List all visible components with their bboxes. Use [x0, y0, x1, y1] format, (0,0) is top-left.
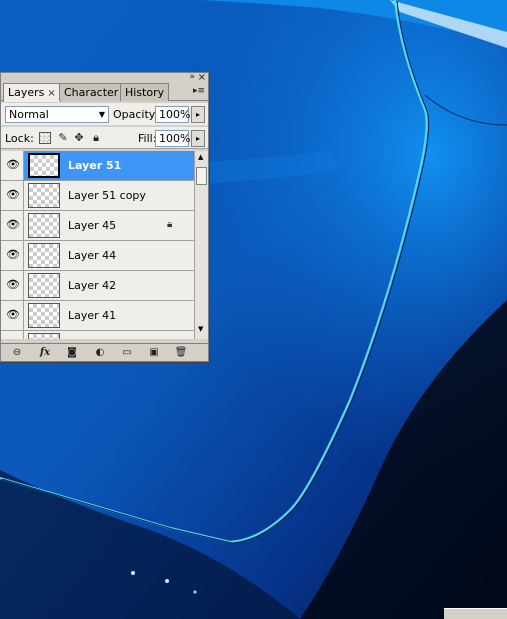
layers-footer: ⊖ fx ◙ ◐ ▭ ▣ 🗑 [1, 343, 208, 361]
fill-slider-button[interactable]: ▸ [191, 130, 205, 147]
layer-row[interactable]: 👁︎ Layer 51 [1, 151, 194, 181]
layers-scrollbar[interactable]: ▲ ▼ [194, 151, 208, 339]
eye-icon: 👁︎ [6, 188, 20, 201]
tab-history-label: History [125, 86, 165, 99]
padlock-icon[interactable]: 🔒︎ [90, 132, 102, 144]
layer-name: Layer 51 copy [68, 189, 146, 202]
fill-label: Fill: [138, 132, 157, 145]
fx-icon[interactable]: fx [37, 346, 53, 360]
layer-name: Layer 45 [68, 219, 117, 232]
adjustment-layer-icon[interactable]: ◐ [92, 346, 108, 360]
eye-icon: 👁︎ [6, 278, 20, 291]
panel-close-icon[interactable]: × [198, 73, 206, 83]
canvas-horizontal-scrollbar[interactable] [444, 608, 507, 619]
layer-thumbnail [28, 213, 60, 238]
eye-icon: 👁︎ [6, 218, 20, 231]
tab-layers[interactable]: Layers × [3, 83, 61, 102]
link-layers-icon[interactable]: ⊖ [9, 346, 25, 360]
layer-thumbnail [28, 303, 60, 328]
layer-row[interactable]: 👁︎ Layer 44 [1, 241, 194, 271]
blend-row: Normal ▼ Opacity: 100% ▸ [1, 103, 208, 125]
layer-thumbnail [28, 273, 60, 298]
panel-menu-icon[interactable]: ▸≡ [193, 86, 205, 96]
visibility-toggle[interactable]: 👁︎ [1, 151, 24, 180]
trash-icon[interactable]: 🗑 [173, 346, 189, 360]
scroll-down-icon[interactable]: ▼ [198, 325, 203, 333]
layers-panel: » × Layers × Character History ▸≡ Normal … [0, 72, 209, 362]
fill-input[interactable]: 100% [155, 130, 190, 147]
blend-mode-value: Normal [9, 108, 49, 121]
layer-name: Layer 41 [68, 309, 117, 322]
visibility-toggle[interactable]: 👁︎ [1, 271, 24, 300]
visibility-toggle[interactable]: 👁︎ [1, 241, 24, 270]
visibility-toggle[interactable]: 👁︎ [1, 181, 24, 210]
tab-close-icon[interactable]: × [47, 88, 55, 99]
visibility-toggle[interactable]: 👁︎ [1, 301, 24, 330]
opacity-label: Opacity: [113, 108, 159, 121]
new-group-icon[interactable]: ▭ [119, 346, 135, 360]
eye-icon: 👁︎ [6, 248, 20, 261]
checker-lock-icon[interactable] [39, 132, 51, 144]
layer-row[interactable]: 👁︎ Layer 42 [1, 271, 194, 301]
eye-icon: 👁︎ [6, 308, 20, 321]
tab-history[interactable]: History [120, 83, 170, 101]
layer-name: Layer 42 [68, 279, 117, 292]
layer-row[interactable]: 👁︎ windows [1, 331, 194, 339]
layer-lock-icon: 🔒︎ [167, 219, 173, 230]
panel-tabs: Layers × Character History ▸≡ [1, 83, 208, 102]
visibility-toggle[interactable]: 👁︎ [1, 211, 24, 240]
layers-list: 👁︎ Layer 51 👁︎ Layer 51 copy 👁︎ Layer 45… [1, 151, 194, 339]
brush-lock-icon[interactable]: ✎ [57, 132, 69, 144]
tab-character[interactable]: Character [59, 83, 124, 101]
lock-row: Lock: ✎ ✥ 🔒︎ Fill: 100% ▸ [1, 127, 208, 149]
layer-row[interactable]: 👁︎ Layer 45 🔒︎ [1, 211, 194, 241]
eye-icon: 👁︎ [6, 158, 20, 171]
add-mask-icon[interactable]: ◙ [64, 346, 80, 360]
collapse-icon[interactable]: » [189, 73, 195, 82]
blend-mode-select[interactable]: Normal ▼ [5, 106, 109, 123]
layer-thumbnail [28, 153, 60, 178]
layer-thumbnail [28, 333, 60, 339]
scrollbar-thumb[interactable] [196, 167, 207, 185]
tab-layers-label: Layers [8, 86, 45, 99]
layer-thumbnail [28, 243, 60, 268]
new-layer-icon[interactable]: ▣ [146, 346, 162, 360]
scroll-up-icon[interactable]: ▲ [198, 153, 203, 161]
layer-row[interactable]: 👁︎ Layer 51 copy [1, 181, 194, 211]
move-lock-icon[interactable]: ✥ [73, 132, 85, 144]
panel-titlebar[interactable]: » × [1, 73, 208, 83]
chevron-down-icon: ▼ [98, 110, 105, 119]
layer-row[interactable]: 👁︎ Layer 41 [1, 301, 194, 331]
opacity-slider-button[interactable]: ▸ [191, 106, 205, 123]
lock-label: Lock: [5, 132, 34, 145]
visibility-toggle[interactable]: 👁︎ [1, 331, 24, 339]
layer-thumbnail [28, 183, 60, 208]
layer-name: Layer 44 [68, 249, 117, 262]
layer-name: Layer 51 [68, 159, 122, 172]
tab-character-label: Character [64, 86, 119, 99]
opacity-input[interactable]: 100% [155, 106, 190, 123]
